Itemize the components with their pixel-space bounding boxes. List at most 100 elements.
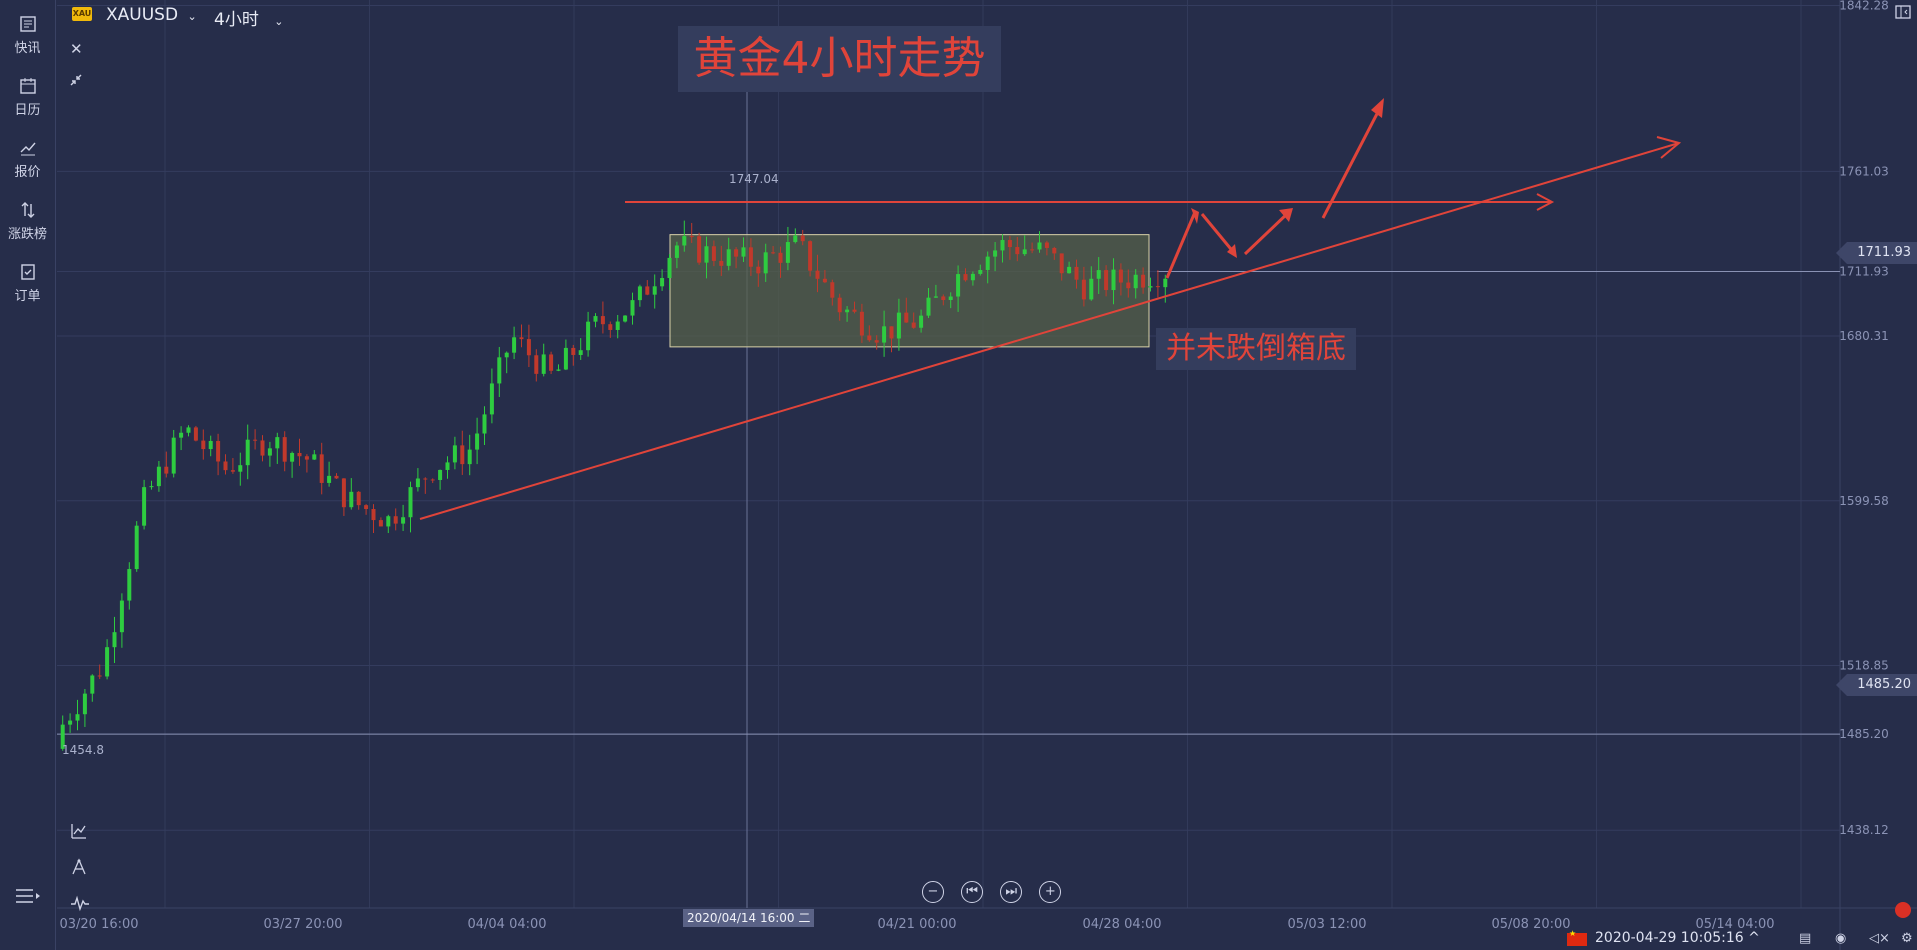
candle-body	[105, 647, 110, 677]
candle-body	[637, 286, 642, 301]
status-bar: 2020-04-29 10:05:16 ^ ▤ ◉ ◁× ⚙	[1517, 929, 1917, 950]
candle-body	[726, 249, 731, 266]
price-axis-label: 1518.85	[1839, 658, 1889, 672]
close-icon[interactable]: ✕	[70, 40, 83, 58]
mute-icon[interactable]: ◁×	[1869, 931, 1890, 947]
candle-body	[793, 235, 798, 243]
candle-body	[1044, 242, 1049, 248]
symbol-selector[interactable]: XAUUSD ⌄	[106, 5, 197, 25]
sidebar-item-quote[interactable]: 报价	[0, 138, 55, 180]
candle-body	[415, 478, 420, 488]
candle-body	[119, 600, 124, 633]
candle-body	[245, 439, 250, 466]
candle-body	[778, 252, 783, 263]
candle-body	[919, 315, 924, 328]
candle-body	[615, 321, 620, 330]
candle-body	[238, 465, 243, 472]
candle-body	[1104, 270, 1109, 291]
candle-body	[630, 300, 635, 316]
zoom-in-icon[interactable]: +	[1039, 881, 1062, 903]
settings-icon[interactable]: ⚙	[1901, 931, 1917, 947]
candle-body	[75, 714, 80, 721]
crosshair-time-label: 2020/04/14 16:00 二	[683, 909, 815, 927]
timeframe-selector[interactable]: 4小时 ⌄	[214, 5, 283, 30]
jump-start-icon[interactable]: ⏮	[961, 881, 984, 903]
candle-body	[97, 675, 102, 677]
candle-body	[874, 340, 879, 343]
candle-body	[645, 286, 650, 295]
jump-end-icon[interactable]: ⏭	[1000, 881, 1023, 903]
low-price-label: 1454.8	[62, 743, 104, 757]
candle-body	[364, 505, 369, 510]
chart-note-annotation: 并未跌倒箱底	[1156, 328, 1356, 370]
candle-body	[1163, 278, 1168, 288]
chart-navigation: − ⏮ ⏭ +	[922, 880, 1073, 903]
candle-body	[482, 414, 487, 434]
candle-body	[704, 246, 709, 263]
current-price-tag: 1711.93	[1836, 242, 1917, 264]
projection-arrow	[1200, 213, 1237, 255]
sidebar-item-movers[interactable]: 涨跌榜	[0, 200, 55, 242]
candle-body	[1133, 274, 1138, 289]
candle-body	[1141, 274, 1146, 288]
candle-body	[356, 491, 361, 506]
price-axis-label: 1438.12	[1839, 823, 1889, 837]
projection-arrow	[1243, 210, 1291, 256]
candle-body	[171, 437, 176, 474]
indicator-icon[interactable]	[70, 822, 88, 844]
candle-body	[304, 456, 309, 460]
candle-body	[526, 339, 531, 356]
china-flag-icon	[1567, 929, 1587, 946]
layers-icon[interactable]: ▤	[1799, 931, 1817, 947]
candle-body	[541, 354, 546, 374]
candle-body	[660, 278, 665, 287]
sidebar-item-calendar[interactable]: 日历	[0, 76, 55, 118]
candle-body	[837, 297, 842, 313]
candle-body	[489, 383, 494, 415]
support-arrow-head	[1656, 136, 1682, 159]
left-sidebar: 快讯 日历 报价 涨跌榜 订单	[0, 0, 56, 950]
candle-body	[993, 250, 998, 257]
candle-body	[608, 324, 613, 330]
sidebar-item-news[interactable]: 快讯	[0, 14, 55, 56]
price-axis-label: 1680.31	[1839, 329, 1889, 343]
candle-body	[408, 487, 413, 518]
panel-toggle-icon[interactable]	[1895, 4, 1911, 24]
candle-body	[201, 440, 206, 450]
sidebar-item-label: 日历	[14, 103, 41, 118]
candle-body	[460, 445, 465, 465]
pulse-icon[interactable]	[70, 894, 90, 916]
zoom-out-icon[interactable]: −	[922, 881, 944, 903]
candle-body	[312, 454, 317, 460]
collapse-icon[interactable]	[68, 72, 84, 92]
calendar-icon	[19, 78, 36, 94]
candle-body	[830, 282, 835, 298]
time-axis-label: 04/04 04:00	[467, 917, 546, 932]
candle-body	[978, 269, 983, 274]
draw-tool-icon[interactable]	[70, 858, 88, 880]
status-datetime-text: 2020-04-29 10:05:16	[1595, 930, 1744, 946]
candle-body	[68, 720, 73, 725]
time-axis-label: 05/03 12:00	[1287, 917, 1366, 932]
candle-body	[734, 249, 739, 257]
candle-body	[867, 335, 872, 341]
candle-body	[1000, 240, 1005, 251]
candle-body	[327, 475, 332, 483]
candle-body	[889, 326, 894, 339]
price-chart[interactable]: 1842.28 1761.03 1711.93 1680.31 1599.58 1518.…	[57, 0, 1917, 950]
candle-body	[911, 322, 916, 328]
candle-body	[341, 478, 346, 508]
time-axis-label: 03/27 20:00	[263, 917, 342, 932]
menu-expand-button[interactable]	[0, 886, 55, 910]
sidebar-item-orders[interactable]: 订单	[0, 262, 55, 304]
camera-icon[interactable]: ◉	[1835, 931, 1853, 947]
alert-icon[interactable]	[1895, 902, 1911, 918]
candle-body	[467, 449, 472, 465]
candle-body	[275, 437, 280, 449]
candle-body	[859, 311, 864, 336]
status-datetime[interactable]: 2020-04-29 10:05:16 ^	[1595, 930, 1760, 946]
candle-body	[1052, 247, 1057, 254]
candle-body	[963, 274, 968, 281]
candle-body	[748, 247, 753, 267]
candle-body	[452, 445, 457, 463]
